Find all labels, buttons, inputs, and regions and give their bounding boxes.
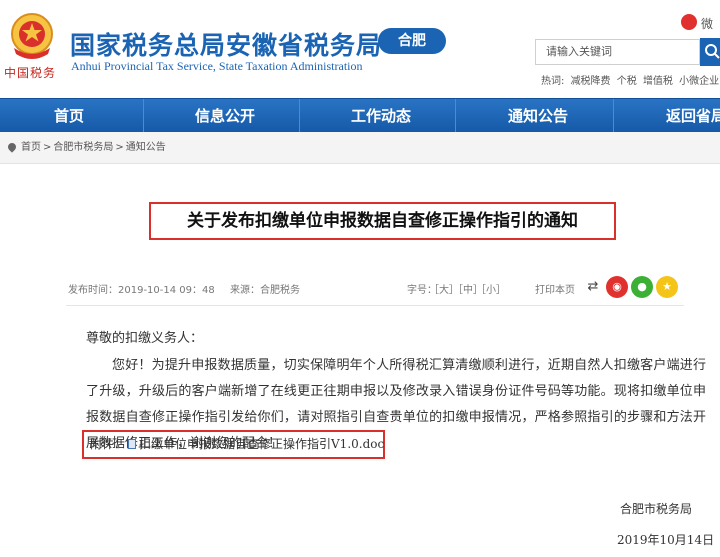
nav-item-notices[interactable]: 通知公告	[483, 99, 593, 133]
nav-item-home[interactable]: 首页	[14, 99, 124, 133]
search-input[interactable]: 请输入关键词	[535, 39, 700, 65]
font-size-small-button[interactable]: ［小］	[476, 281, 506, 296]
hot-words-label: 热词:	[541, 76, 565, 87]
emblem-caption: 中国税务	[4, 66, 57, 80]
search-button[interactable]	[700, 38, 720, 66]
nav-item-back-to-province[interactable]: 返回省局	[640, 99, 720, 133]
weibo-label: 微	[701, 17, 714, 31]
site-title: 国家税务总局安徽省税务局	[70, 31, 383, 60]
share-arrow-icon[interactable]: ⇄	[585, 279, 601, 295]
weibo-share-icon[interactable]: ◉	[606, 276, 628, 298]
breadcrumb: 首页 > 合肥市税务局 > 通知公告	[0, 132, 720, 164]
site-header: 中国税务 国家税务总局安徽省税务局 Anhui Provincial Tax S…	[0, 0, 720, 98]
nav-item-work-news[interactable]: 工作动态	[326, 99, 436, 133]
nav-separator	[613, 99, 614, 133]
doc-file-icon	[128, 439, 137, 449]
signature-date: 2019年10月14日	[617, 533, 715, 547]
greeting-line: 尊敬的扣缴义务人：	[86, 331, 204, 346]
location-pin-icon	[6, 141, 18, 153]
article-source: 来源：合肥税务	[230, 285, 300, 296]
wechat-share-icon[interactable]: ●	[631, 276, 653, 298]
hot-word-link[interactable]: 增值税	[643, 76, 673, 87]
city-badge[interactable]: 合肥	[378, 28, 446, 54]
signature-org: 合肥市税务局	[620, 502, 693, 516]
qzone-share-icon[interactable]: ★	[656, 276, 678, 298]
breadcrumb-notices[interactable]: 通知公告	[126, 142, 166, 153]
attachment: 附件： 扣缴单位申报数据自查修正操作指引V1.0.doc	[82, 430, 385, 459]
nav-item-info-disclosure[interactable]: 信息公开	[170, 99, 280, 133]
article-title: 关于发布扣缴单位申报数据自查修正操作指引的通知	[149, 202, 616, 240]
print-button[interactable]: 打印本页	[535, 281, 575, 296]
national-emblem-icon	[11, 13, 53, 59]
hot-word-link[interactable]: 小微企业	[679, 76, 719, 87]
hot-words: 热词: 减税降费 个税 增值税 小微企业 发票	[541, 72, 720, 87]
publish-time: 发布时间：2019-10-14 09：48	[68, 285, 215, 296]
hot-word-link[interactable]: 个税	[617, 76, 637, 87]
site-subtitle: Anhui Provincial Tax Service, State Taxa…	[71, 59, 363, 73]
main-nav: 首页 信息公开 工作动态 通知公告 返回省局	[0, 98, 720, 133]
meta-divider	[66, 305, 684, 306]
nav-separator	[143, 99, 144, 133]
nav-separator	[455, 99, 456, 133]
nav-separator	[299, 99, 300, 133]
attachment-label: 附件：	[90, 437, 127, 451]
attachment-link[interactable]: 扣缴单位申报数据自查修正操作指引V1.0.doc	[139, 437, 384, 451]
breadcrumb-separator: >	[43, 142, 52, 153]
hot-word-link[interactable]: 减税降费	[571, 76, 611, 87]
breadcrumb-home[interactable]: 首页	[21, 142, 41, 153]
search-icon	[705, 44, 720, 59]
weibo-icon	[681, 14, 697, 30]
breadcrumb-city-bureau[interactable]: 合肥市税务局	[53, 142, 113, 153]
weibo-link[interactable]: 微	[681, 14, 720, 32]
breadcrumb-separator: >	[115, 142, 124, 153]
